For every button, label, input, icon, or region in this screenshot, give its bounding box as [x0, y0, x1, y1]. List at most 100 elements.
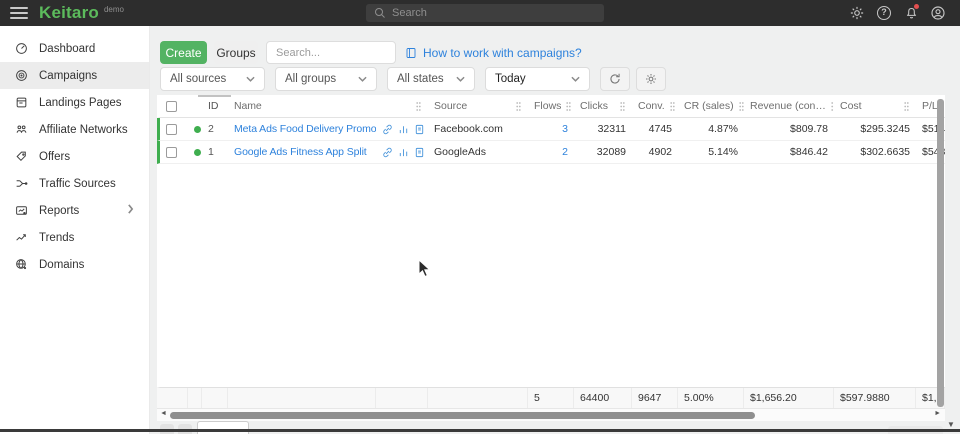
- column-header-conv[interactable]: Conv.: [632, 100, 678, 112]
- total-cr: 5.00%: [678, 388, 744, 408]
- drag-handle-icon[interactable]: [669, 101, 676, 112]
- reports-icon: [15, 204, 28, 217]
- scroll-left-icon[interactable]: ◄: [160, 410, 167, 417]
- revenue-value: $809.78: [744, 123, 834, 135]
- campaign-search[interactable]: [266, 41, 396, 64]
- campaign-search-input[interactable]: [267, 47, 395, 59]
- column-resize-indicator[interactable]: [198, 95, 231, 97]
- domains-icon: [15, 258, 28, 271]
- total-clicks: 64400: [574, 388, 632, 408]
- campaign-row: 2 Meta Ads Food Delivery Promo ··· Faceb…: [157, 118, 945, 141]
- totals-row: 5 64400 9647 5.00% $1,656.20 $597.9880 $…: [157, 387, 945, 408]
- drag-handle-icon[interactable]: [619, 101, 626, 112]
- flows-link[interactable]: 3: [562, 123, 568, 135]
- select-all-checkbox[interactable]: [166, 101, 177, 112]
- global-search-input[interactable]: [392, 7, 562, 19]
- sidebar: Dashboard Campaigns Landings Pages Affil…: [0, 26, 150, 434]
- revenue-value: $846.42: [744, 146, 834, 158]
- column-header-id[interactable]: ID: [202, 100, 228, 112]
- campaign-name-link[interactable]: Meta Ads Food Delivery Promo: [234, 123, 376, 135]
- campaign-row: 1 Google Ads Fitness App Split ··· Googl…: [157, 141, 945, 164]
- notifications-icon[interactable]: [903, 5, 919, 21]
- campaign-link-icon[interactable]: [382, 147, 393, 158]
- groups-button[interactable]: Groups: [214, 41, 258, 64]
- row-checkbox[interactable]: [166, 124, 177, 135]
- column-header-cost[interactable]: Cost: [834, 100, 916, 112]
- chevron-right-icon: [127, 204, 134, 217]
- clicks-value: 32089: [574, 146, 632, 158]
- settings-icon[interactable]: [849, 5, 865, 21]
- status-active-indicator: [194, 126, 201, 133]
- column-header-actions: [376, 101, 428, 112]
- total-cost: $597.9880: [834, 388, 916, 408]
- table-settings-button[interactable]: [636, 67, 666, 91]
- column-header-name[interactable]: Name: [228, 100, 376, 112]
- filter-groups[interactable]: All groups: [275, 67, 377, 91]
- status-active-indicator: [194, 149, 201, 156]
- topbar: Keitaro demo ?: [0, 0, 960, 26]
- conv-value: 4745: [632, 123, 678, 135]
- column-header-revenue[interactable]: Revenue (con…: [744, 100, 834, 112]
- scroll-right-icon[interactable]: ►: [934, 410, 941, 417]
- sidebar-item-dashboard[interactable]: Dashboard: [0, 35, 149, 62]
- campaign-source: Facebook.com: [428, 123, 528, 135]
- campaign-notes-icon[interactable]: [414, 124, 425, 135]
- total-flows: 5: [528, 388, 574, 408]
- campaign-link-icon[interactable]: [382, 124, 393, 135]
- page-size-select[interactable]: [197, 421, 249, 434]
- help-icon[interactable]: ?: [876, 5, 892, 21]
- sidebar-item-reports[interactable]: Reports: [0, 197, 149, 224]
- campaign-notes-icon[interactable]: [414, 147, 425, 158]
- conv-value: 4902: [632, 146, 678, 158]
- drag-handle-icon[interactable]: [903, 101, 910, 112]
- affiliate-networks-icon: [15, 123, 28, 136]
- total-revenue: $1,656.20: [744, 388, 834, 408]
- campaign-source: GoogleAds: [428, 146, 528, 158]
- chevron-down-icon: [246, 76, 255, 82]
- row-checkbox[interactable]: [166, 147, 177, 158]
- filter-sources[interactable]: All sources: [160, 67, 265, 91]
- drag-handle-icon[interactable]: [515, 101, 522, 112]
- campaign-stats-icon[interactable]: [398, 124, 409, 135]
- brand-logo: Keitaro: [39, 3, 99, 23]
- sidebar-item-trends[interactable]: Trends: [0, 224, 149, 251]
- drag-handle-icon[interactable]: [565, 101, 572, 112]
- help-link[interactable]: How to work with campaigns?: [405, 46, 582, 60]
- horizontal-scrollbar-thumb[interactable]: [170, 412, 755, 419]
- column-header-source[interactable]: Source: [428, 100, 528, 112]
- campaign-name-link[interactable]: Google Ads Fitness App Split: [234, 146, 367, 158]
- sidebar-item-affiliate-networks[interactable]: Affiliate Networks: [0, 116, 149, 143]
- sidebar-item-offers[interactable]: Offers: [0, 143, 149, 170]
- total-conv: 9647: [632, 388, 678, 408]
- global-search[interactable]: [366, 4, 604, 22]
- clicks-value: 32311: [574, 123, 632, 135]
- column-header-flows[interactable]: Flows: [528, 100, 574, 112]
- search-icon: [374, 7, 386, 19]
- window-edge: [0, 429, 960, 432]
- traffic-sources-icon: [15, 177, 28, 190]
- gear-icon: [644, 72, 658, 86]
- refresh-button[interactable]: [600, 67, 630, 91]
- campaigns-table: ID Name Source Flows Clicks Conv. CR (sa…: [157, 95, 945, 421]
- caret-down-icon[interactable]: ▼: [947, 420, 955, 429]
- column-header-clicks[interactable]: Clicks: [574, 100, 632, 112]
- cost-value: $302.6635: [834, 146, 916, 158]
- sidebar-item-campaigns[interactable]: Campaigns: [0, 62, 149, 89]
- account-icon[interactable]: [930, 5, 946, 21]
- filter-states[interactable]: All states: [387, 67, 475, 91]
- menu-icon[interactable]: [10, 4, 28, 22]
- sidebar-item-traffic-sources[interactable]: Traffic Sources: [0, 170, 149, 197]
- sidebar-item-landings[interactable]: Landings Pages: [0, 89, 149, 116]
- trends-icon: [15, 231, 28, 244]
- vertical-scrollbar-thumb[interactable]: [937, 99, 944, 407]
- book-icon: [405, 47, 417, 59]
- column-header-cr[interactable]: CR (sales): [678, 100, 744, 112]
- campaign-stats-icon[interactable]: [398, 147, 409, 158]
- flows-link[interactable]: 2: [562, 146, 568, 158]
- horizontal-scrollbar[interactable]: ◄ ►: [157, 408, 945, 421]
- table-header: ID Name Source Flows Clicks Conv. CR (sa…: [157, 95, 945, 118]
- filter-date-range[interactable]: Today: [485, 67, 590, 91]
- create-button[interactable]: Create: [160, 41, 207, 64]
- drag-handle-icon[interactable]: [415, 101, 422, 112]
- sidebar-item-domains[interactable]: Domains: [0, 251, 149, 278]
